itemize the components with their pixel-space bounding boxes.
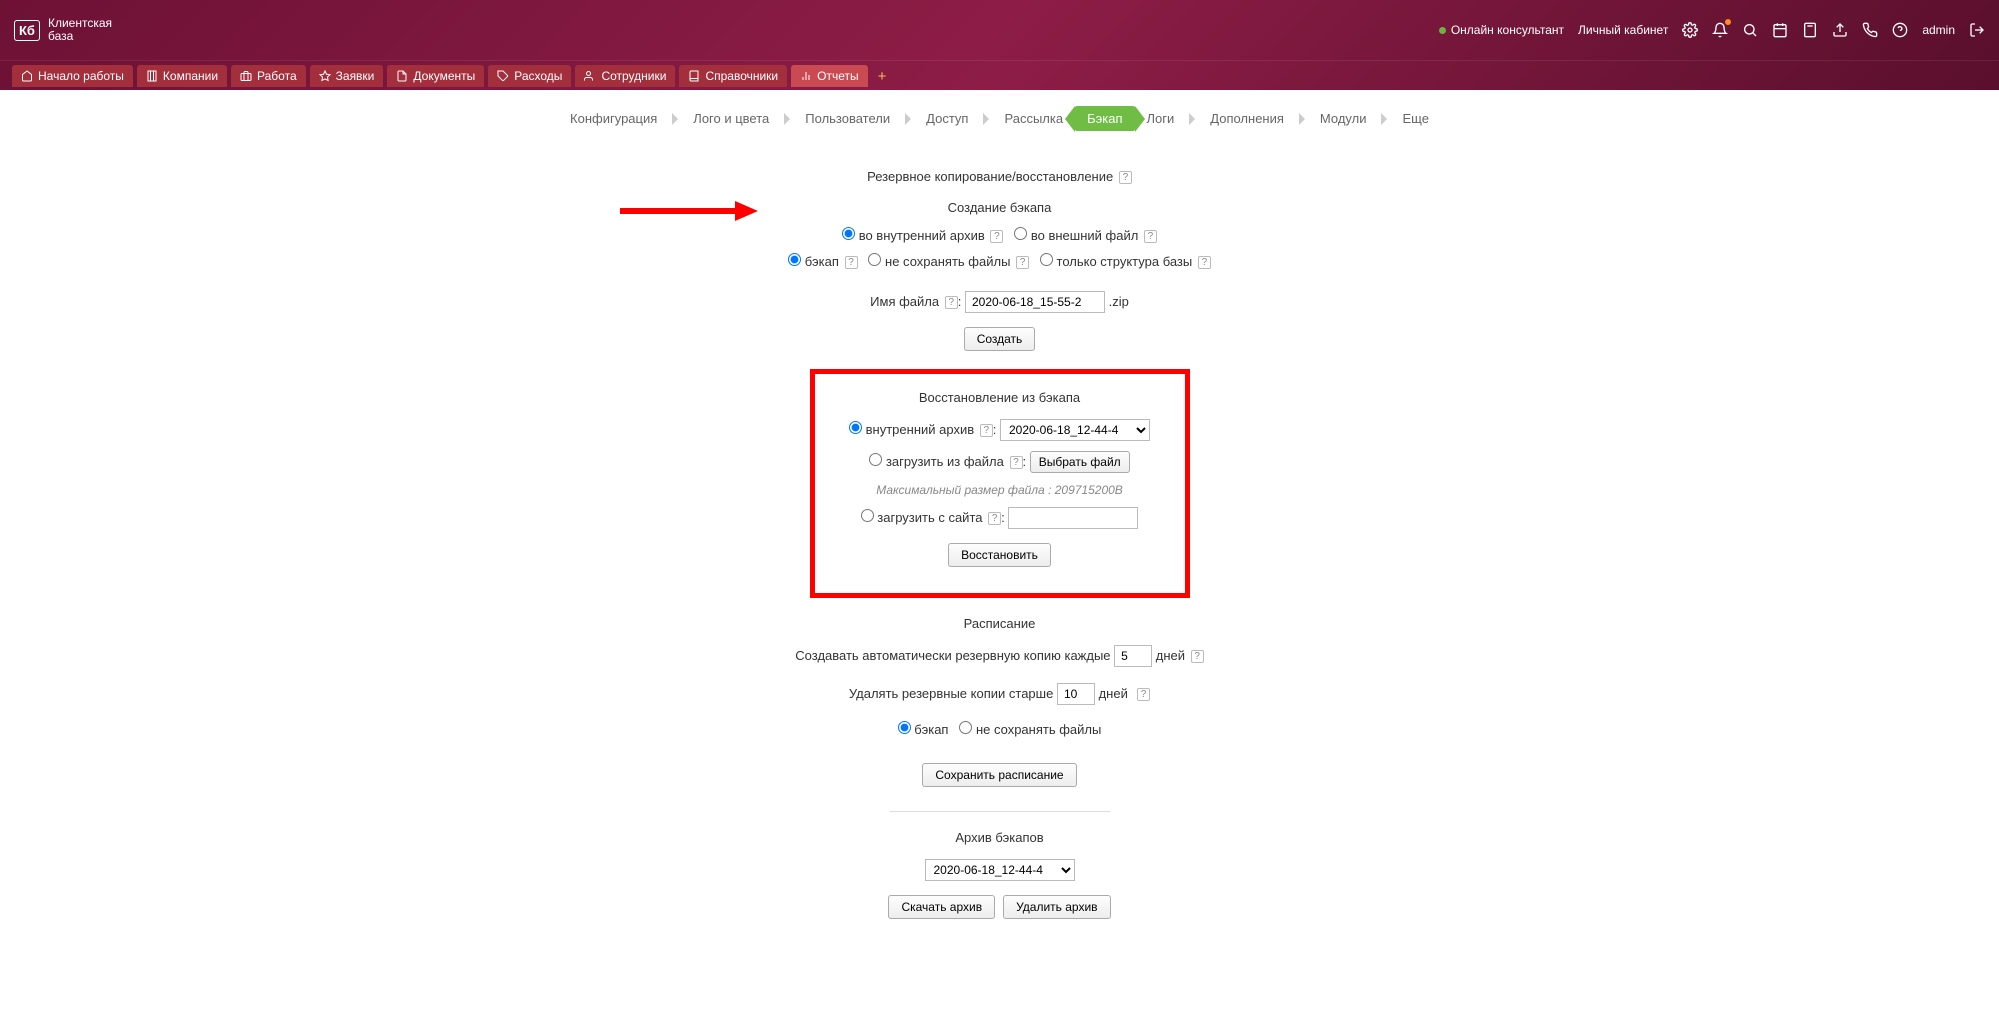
arrow-annotation [620,199,1999,1027]
nav-label: Справочники [705,69,778,83]
calendar-icon[interactable] [1772,22,1788,38]
brand-name: Клиентскаябаза [48,17,112,43]
nav-work[interactable]: Работа [231,65,306,87]
nav-label: Документы [413,69,475,83]
phone-icon[interactable] [1862,22,1878,38]
subnav-logs[interactable]: Логи [1135,106,1187,131]
subnav-config[interactable]: Конфигурация [558,106,669,131]
chevron-right-icon [983,116,989,122]
nav-label: Компании [163,69,218,83]
nav-start[interactable]: Начало работы [12,65,133,87]
nav-label: Сотрудники [601,69,666,83]
chevron-right-icon [905,116,911,122]
home-icon [21,70,33,82]
nav-employees[interactable]: Сотрудники [575,65,675,87]
online-dot-icon [1439,27,1446,34]
subnav-mail[interactable]: Рассылка [992,106,1075,131]
nav-requests[interactable]: Заявки [310,65,384,87]
online-consultant-label: Онлайн консультант [1451,23,1564,37]
nav-companies[interactable]: Компании [137,65,227,87]
star-icon [319,70,331,82]
nav-label: Расходы [514,69,562,83]
nav-add-tab[interactable]: + [872,65,893,87]
nav-docs[interactable]: Документы [387,65,484,87]
subnav-users[interactable]: Пользователи [793,106,902,131]
chevron-right-icon [784,116,790,122]
cabinet-link[interactable]: Личный кабинет [1578,23,1668,37]
brand-logo: Кб [14,20,40,41]
search-icon[interactable] [1742,22,1758,38]
chevron-right-icon [1189,116,1195,122]
page-title: Резервное копирование/восстановление ? [0,169,1999,184]
nav-reports[interactable]: Отчеты [791,65,867,87]
nav-label: Начало работы [38,69,124,83]
bell-icon[interactable] [1712,22,1728,38]
topbar: Кб Клиентскаябаза Онлайн консультант Лич… [0,0,1999,60]
subnav-logo[interactable]: Лого и цвета [681,106,781,131]
tag-icon [497,70,509,82]
help-icon[interactable] [1892,22,1908,38]
main-nav: Начало работы Компании Работа Заявки Док… [0,60,1999,90]
chevron-right-icon [1381,116,1387,122]
user-link[interactable]: admin [1922,23,1955,37]
subnav-backup[interactable]: Бэкап [1075,106,1134,131]
settings-subnav: Конфигурация Лого и цвета Пользователи Д… [0,106,1999,131]
calculator-icon[interactable] [1802,22,1818,38]
subnav-addons[interactable]: Дополнения [1198,106,1296,131]
chevron-right-icon [1299,116,1305,122]
brand: Кб Клиентскаябаза [14,17,112,43]
topbar-right: Онлайн консультант Личный кабинет admin [1439,22,1985,38]
building-icon [146,70,158,82]
subnav-more[interactable]: Еще [1390,106,1440,131]
logout-icon[interactable] [1969,22,1985,38]
nav-label: Отчеты [817,69,858,83]
chart-icon [800,70,812,82]
upload-icon[interactable] [1832,22,1848,38]
chevron-right-icon [672,116,678,122]
gear-icon[interactable] [1682,22,1698,38]
users-icon [584,70,596,82]
nav-label: Работа [257,69,297,83]
online-consultant-link[interactable]: Онлайн консультант [1439,23,1564,37]
nav-refs[interactable]: Справочники [679,65,787,87]
nav-expenses[interactable]: Расходы [488,65,571,87]
subnav-access[interactable]: Доступ [914,106,980,131]
briefcase-icon [240,70,252,82]
nav-label: Заявки [336,69,375,83]
backup-page: Резервное копирование/восстановление ? С… [0,131,1999,959]
file-icon [396,70,408,82]
subnav-modules[interactable]: Модули [1308,106,1379,131]
book-icon [688,70,700,82]
help-icon[interactable]: ? [1119,171,1132,184]
page-title-text: Резервное копирование/восстановление [867,169,1113,184]
